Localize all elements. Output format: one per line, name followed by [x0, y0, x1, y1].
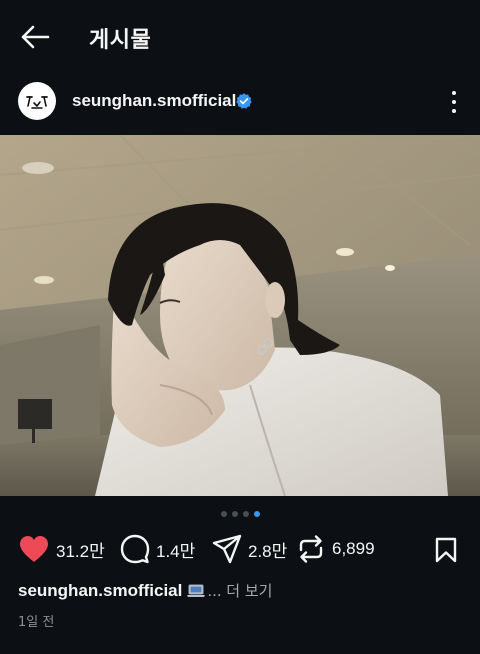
carousel-dot: [231, 511, 238, 517]
action-bar: 31.2만 1.4만 2.8만 6,899: [0, 532, 480, 568]
avatar-logo-icon: [26, 96, 48, 109]
repost-icon: [299, 535, 323, 563]
bookmark-icon[interactable]: [434, 537, 458, 563]
back-button[interactable]: [16, 20, 54, 54]
post-username[interactable]: seunghan.smofficial: [72, 91, 236, 111]
back-arrow-icon: [21, 25, 50, 49]
carousel-dot: [220, 511, 227, 517]
more-options-icon: [452, 91, 456, 95]
more-options-button[interactable]: [442, 88, 466, 116]
paper-plane-icon: [212, 534, 242, 564]
laptop-emoji-icon: [187, 584, 206, 597]
like-count: 31.2만: [56, 541, 105, 561]
comment-count: 1.4만: [156, 541, 196, 561]
top-bar: 게시물: [0, 0, 480, 72]
post-photo[interactable]: [0, 135, 480, 496]
carousel-dot-active: [253, 511, 260, 517]
avatar[interactable]: [18, 82, 56, 120]
verified-badge-icon: [236, 93, 252, 109]
comment-button[interactable]: 1.4만: [120, 534, 195, 564]
carousel-indicator: [0, 511, 480, 519]
share-count: 2.8만: [248, 541, 288, 561]
post-caption: seunghan.smofficial ... 더 보기: [18, 580, 272, 601]
like-button[interactable]: 31.2만: [18, 534, 105, 564]
post-header: seunghan.smofficial: [0, 80, 480, 126]
repost-count: 6,899: [332, 539, 375, 558]
share-button[interactable]: 2.8만: [212, 534, 287, 564]
caption-ellipsis: ...: [207, 581, 222, 600]
heart-filled-icon: [20, 536, 48, 562]
caption-username[interactable]: seunghan.smofficial: [18, 581, 182, 600]
comment-icon: [120, 534, 150, 564]
carousel-dot: [242, 511, 249, 517]
repost-button[interactable]: 6,899: [296, 534, 375, 564]
post-image: [0, 135, 480, 496]
see-more-link[interactable]: 더 보기: [226, 582, 272, 600]
page-title: 게시물: [89, 28, 152, 53]
post-timestamp: 1일 전: [18, 615, 55, 630]
